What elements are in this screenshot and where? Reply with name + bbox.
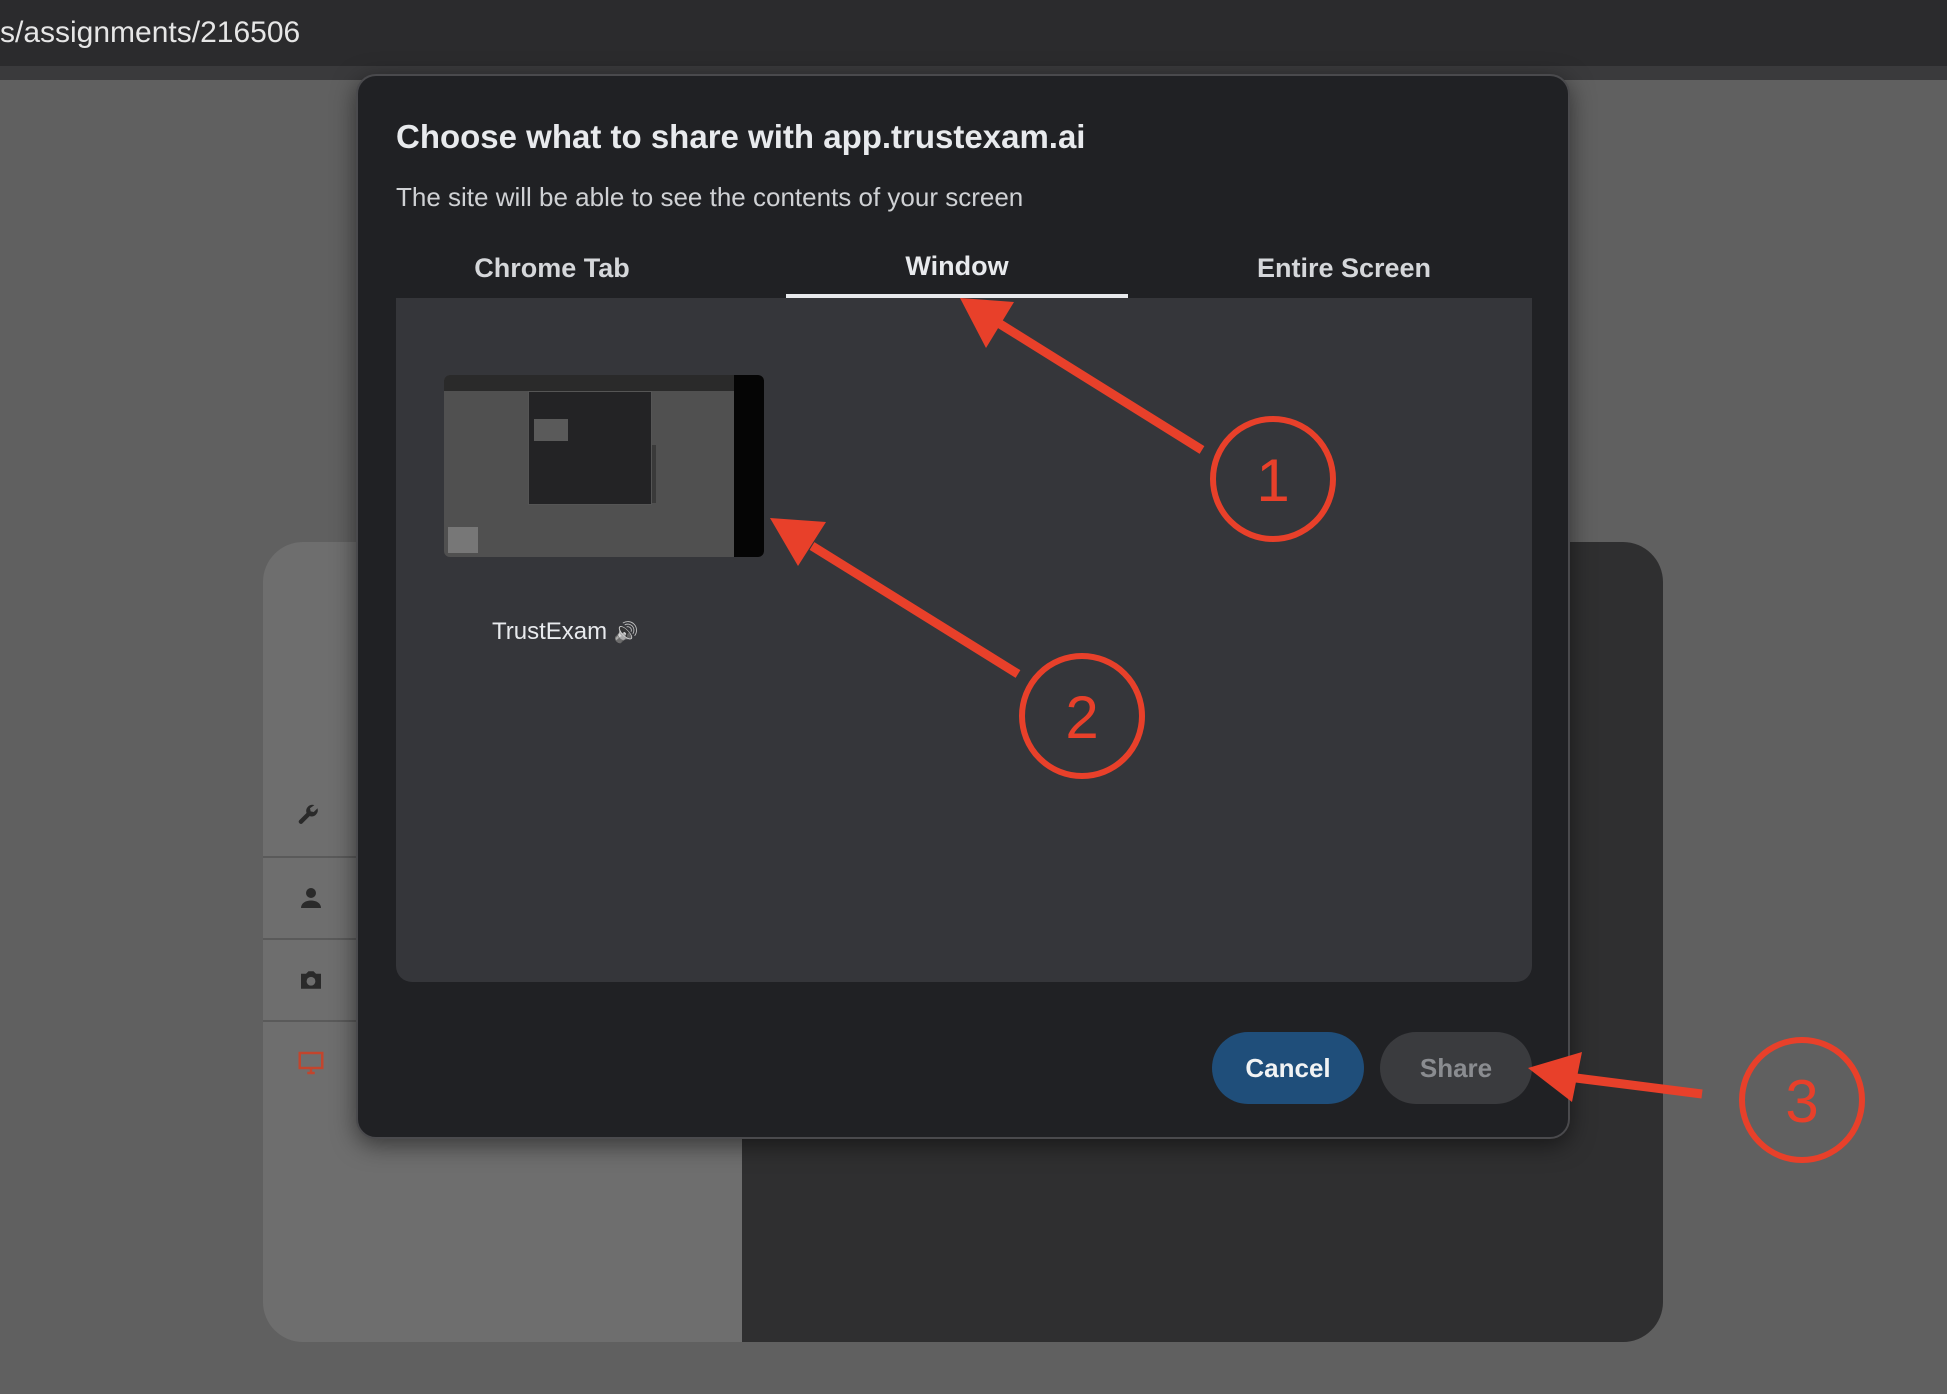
wrench-icon (298, 804, 318, 824)
marker-3-circle (1739, 1037, 1865, 1163)
window-thumbnail[interactable] (444, 375, 764, 557)
tab-entire-screen[interactable]: Entire Screen (1156, 238, 1532, 298)
url-text: s/assignments/216506 (0, 16, 301, 49)
cancel-button[interactable]: Cancel (1212, 1032, 1364, 1104)
speaker-icon: 🔊 (613, 622, 639, 644)
sidebar-item-camera[interactable] (263, 940, 358, 1022)
share-dialog: Choose what to share with app.trustexam.… (356, 74, 1570, 1139)
share-tabs: Chrome Tab Window Entire Screen (396, 238, 1532, 299)
dialog-title: Choose what to share with app.trustexam.… (396, 118, 1086, 155)
tab-window[interactable]: Window (786, 238, 1128, 298)
window-item-label[interactable]: TrustExam 🔊 (492, 618, 639, 646)
window-list-panel: TrustExam 🔊 (396, 298, 1532, 982)
sidebar-item-screen[interactable] (263, 1022, 358, 1104)
sidebar-item-tools[interactable] (263, 776, 358, 858)
monitor-icon (298, 1051, 323, 1075)
marker-3: 3 (1785, 1068, 1818, 1135)
tab-chrome-tab[interactable]: Chrome Tab (396, 238, 708, 298)
share-button[interactable]: Share (1380, 1032, 1532, 1104)
address-bar[interactable]: s/assignments/216506 (0, 0, 1947, 80)
sidebar-item-profile[interactable] (263, 858, 358, 940)
camera-icon (300, 971, 321, 989)
dialog-subtitle: The site will be able to see the content… (396, 182, 1024, 212)
person-icon (300, 888, 321, 908)
window-title: TrustExam (492, 618, 608, 645)
